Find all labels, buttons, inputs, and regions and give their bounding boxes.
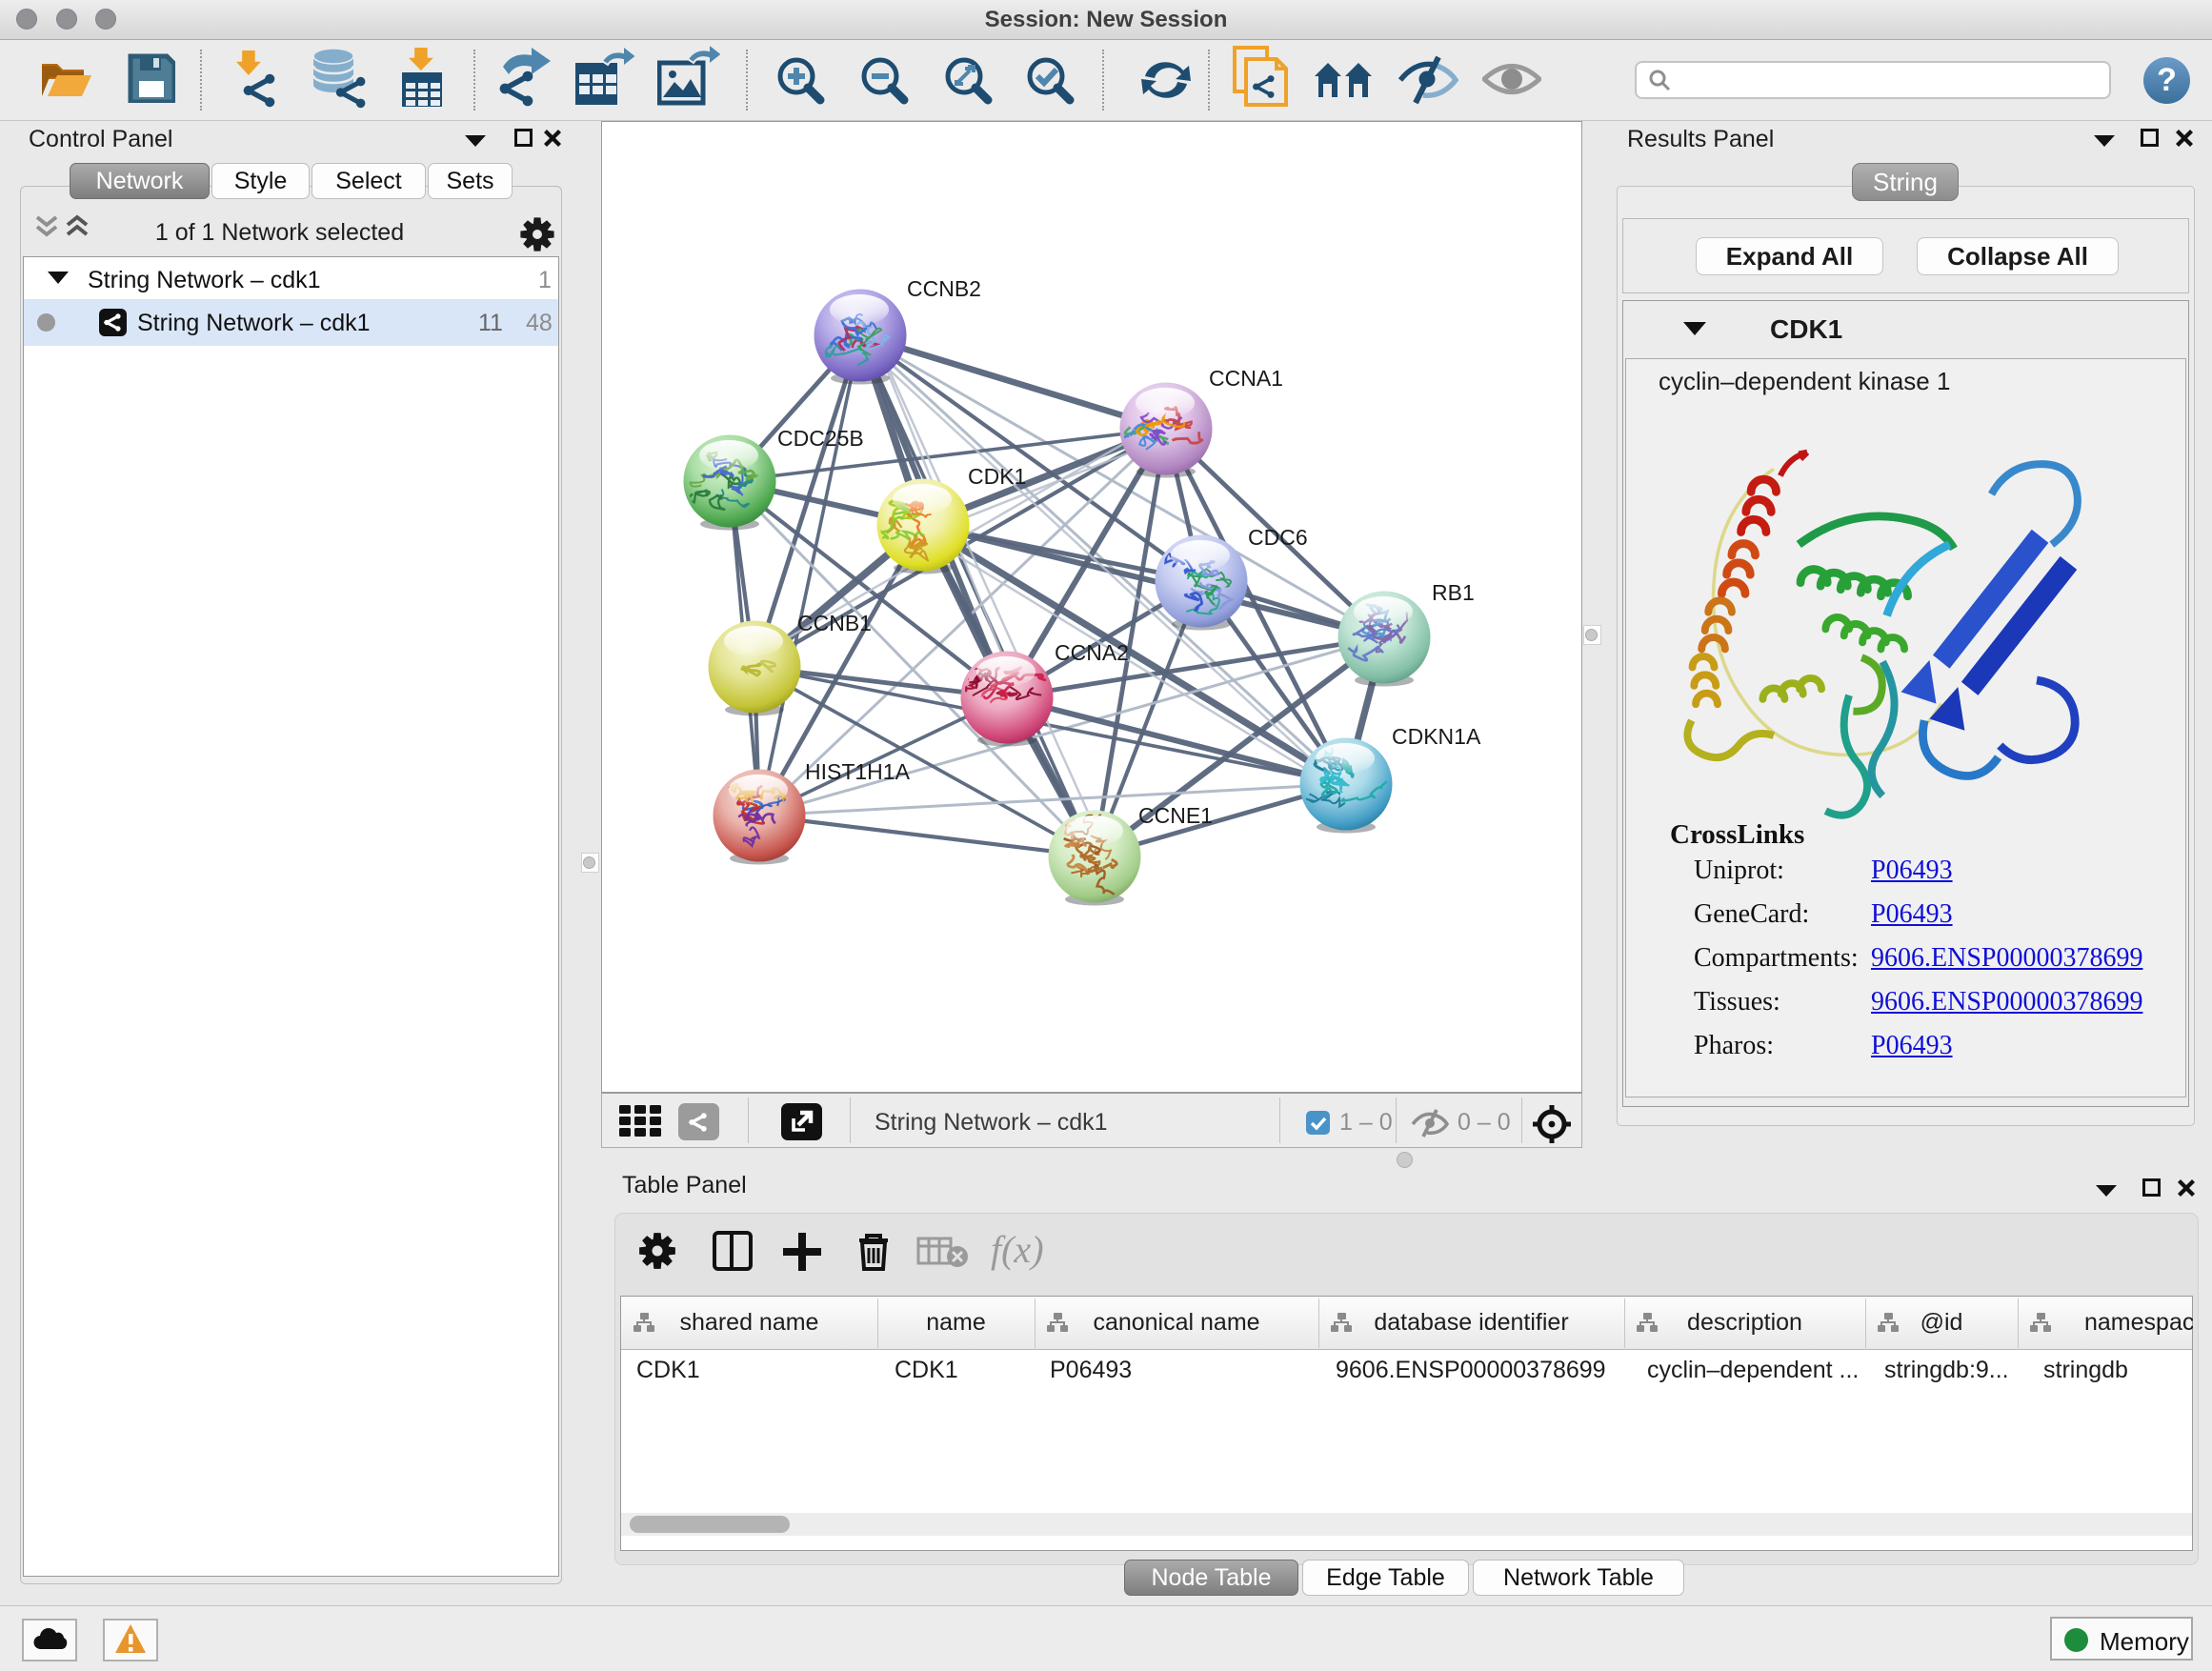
svg-text:CDC25B: CDC25B (777, 426, 864, 451)
svg-text:CDKN1A: CDKN1A (1392, 724, 1481, 749)
svg-text:CDK1: CDK1 (968, 464, 1026, 489)
svg-text:CDC6: CDC6 (1248, 525, 1308, 550)
svg-text:CCNE1: CCNE1 (1138, 803, 1213, 828)
svg-text:CCNB1: CCNB1 (797, 611, 872, 635)
svg-text:CCNA2: CCNA2 (1055, 640, 1129, 665)
svg-text:RB1: RB1 (1432, 580, 1475, 605)
svg-text:HIST1H1A: HIST1H1A (805, 759, 911, 784)
svg-text:CCNB2: CCNB2 (907, 276, 981, 301)
svg-text:CCNA1: CCNA1 (1209, 366, 1283, 391)
